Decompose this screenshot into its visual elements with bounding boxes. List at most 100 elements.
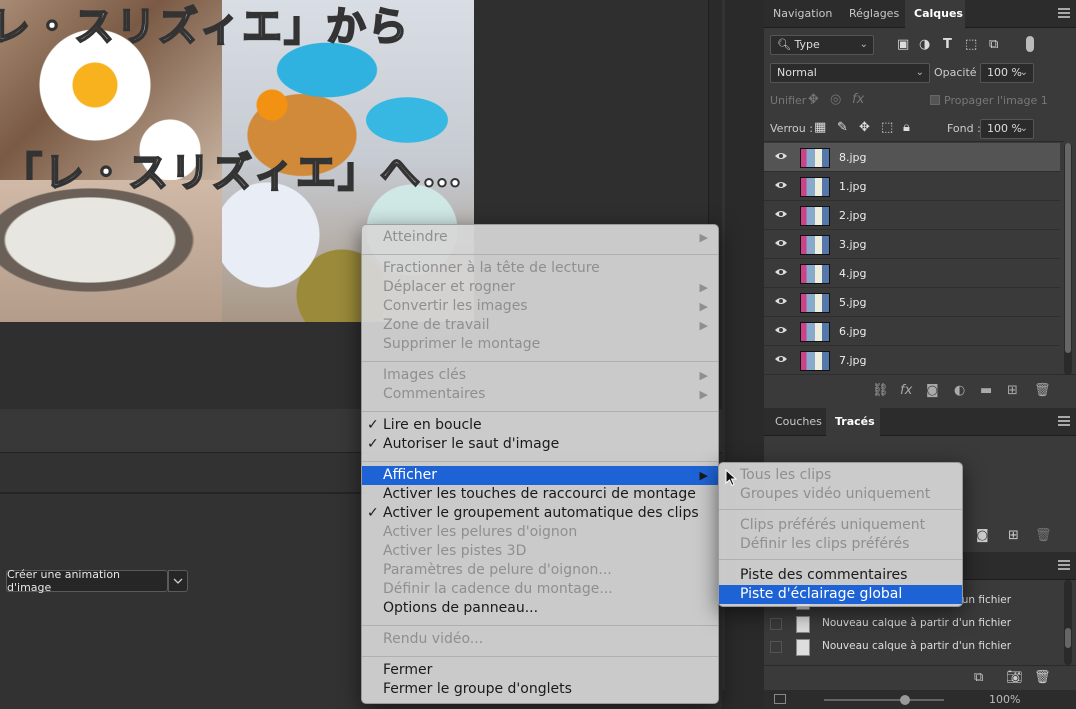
panel-menu-icon[interactable] xyxy=(1058,416,1070,426)
menu-item-label: Fermer xyxy=(383,662,433,678)
tab-navigation[interactable]: Navigation xyxy=(764,0,841,28)
layers-scrollbar[interactable] xyxy=(1064,143,1072,375)
create-frame-animation-button[interactable]: Créer une animation d'image xyxy=(6,568,168,594)
menu-item[interactable]: Afficher ▶ xyxy=(362,466,718,485)
propagate-checkbox[interactable] xyxy=(930,95,940,105)
smart-object-filter-icon[interactable]: ⧉ xyxy=(989,37,998,53)
menu-item: Images clés ▶ xyxy=(362,366,718,385)
unify-style-icon[interactable]: fx xyxy=(852,92,864,108)
layer-row[interactable]: 8.jpg xyxy=(764,143,1060,172)
delete-history-icon[interactable]: 🗑︎ xyxy=(1034,670,1051,685)
history-label: Nouveau calque à partir d'un fichier xyxy=(822,617,1012,629)
eye-icon[interactable] xyxy=(774,325,788,335)
delete-path-icon[interactable]: 🗑︎ xyxy=(1035,528,1052,543)
fill-field[interactable]: 100 % ⌄ xyxy=(980,119,1034,139)
zoom-slider-thumb[interactable] xyxy=(900,695,910,705)
menu-item-label: Clips préférés uniquement xyxy=(740,517,926,533)
history-scrollbar[interactable] xyxy=(1064,580,1072,665)
new-group-icon[interactable]: ▬ xyxy=(980,383,992,398)
panel-menu-icon[interactable] xyxy=(1058,560,1070,570)
chevron-down-icon xyxy=(173,578,183,584)
layer-thumbnail xyxy=(800,148,830,168)
submenu-item[interactable]: Piste des commentaires xyxy=(719,566,962,585)
menu-item[interactable]: ✓ Activer le groupement automatique des c… xyxy=(362,504,718,523)
layer-filter-select[interactable]: 🔍︎ Type ⌄ xyxy=(770,35,874,55)
delete-layer-icon[interactable]: 🗑︎ xyxy=(1034,383,1051,398)
menu-item: Activer les pelures d'oignon xyxy=(362,523,718,542)
blend-mode-select[interactable]: Normal ⌄ xyxy=(770,63,930,83)
snapshot-camera-icon[interactable]: 📷︎ xyxy=(1006,670,1023,685)
menu-item: Fractionner à la tête de lecture xyxy=(362,259,718,278)
path-mask-icon[interactable]: ◙ xyxy=(976,528,989,543)
lock-transparency-icon[interactable]: ▦ xyxy=(814,120,826,136)
layer-row[interactable]: 3.jpg xyxy=(764,230,1060,259)
menu-separator xyxy=(362,361,718,362)
new-path-icon[interactable]: ⊞ xyxy=(1008,528,1019,543)
eye-icon[interactable] xyxy=(774,180,788,190)
tab-calques[interactable]: Calques xyxy=(905,0,965,28)
layer-row[interactable]: 5.jpg xyxy=(764,288,1060,317)
panel-menu-icon[interactable] xyxy=(1058,8,1070,18)
submenu-item[interactable]: Piste d'éclairage global xyxy=(719,585,962,604)
adjustment-filter-icon[interactable]: ◑ xyxy=(919,37,930,53)
type-filter-icon[interactable]: T xyxy=(943,37,952,53)
menu-item-label: Commentaires xyxy=(383,386,486,402)
layer-thumbnail xyxy=(800,264,830,284)
eye-icon[interactable] xyxy=(774,354,788,364)
status-bar-left xyxy=(722,690,764,709)
layer-row[interactable]: 4.jpg xyxy=(764,259,1060,288)
menu-item[interactable]: Activer les touches de raccourci de mont… xyxy=(362,485,718,504)
layer-style-icon[interactable]: fx xyxy=(900,383,912,398)
submenu-item: Groupes vidéo uniquement xyxy=(719,485,962,504)
eye-icon[interactable] xyxy=(774,296,788,306)
history-scroll-thumb[interactable] xyxy=(1065,628,1071,648)
adjustment-layer-icon[interactable]: ◐ xyxy=(954,383,965,398)
eye-icon[interactable] xyxy=(774,238,788,248)
lock-artboard-icon[interactable]: ⬚ xyxy=(881,120,893,136)
lock-all-icon[interactable]: 🔒︎ xyxy=(903,120,910,136)
layer-row[interactable]: 6.jpg xyxy=(764,317,1060,346)
history-snapshot-checkbox[interactable] xyxy=(770,618,782,630)
menu-item[interactable]: ✓ Lire en boucle xyxy=(362,416,718,435)
history-snapshot-checkbox[interactable] xyxy=(770,641,782,653)
history-row[interactable]: Nouveau calque à partir d'un fichier xyxy=(764,613,1060,636)
history-row[interactable]: Nouveau calque à partir d'un fichier xyxy=(764,636,1060,659)
link-layers-icon[interactable]: ⛓ xyxy=(872,383,889,398)
tab-reglages[interactable]: Réglages xyxy=(840,0,908,28)
tab-couches[interactable]: Couches xyxy=(766,408,831,436)
filter-toggle-icon[interactable] xyxy=(1026,36,1034,52)
add-mask-icon[interactable]: ◙ xyxy=(926,383,939,398)
shape-filter-icon[interactable]: ⬚ xyxy=(965,37,977,53)
menu-item-label: Supprimer le montage xyxy=(383,336,541,352)
submenu-arrow-icon: ▶ xyxy=(699,300,708,313)
eye-icon[interactable] xyxy=(774,267,788,277)
menu-item[interactable]: ✓ Autoriser le saut d'image xyxy=(362,435,718,454)
layer-row[interactable]: 7.jpg xyxy=(764,346,1060,375)
zoom-slider[interactable] xyxy=(824,695,944,705)
tab-traces[interactable]: Tracés xyxy=(826,408,880,436)
opacity-label: Opacité : xyxy=(934,66,984,79)
eye-icon[interactable] xyxy=(774,151,788,161)
unify-visibility-icon[interactable]: ◎ xyxy=(830,92,841,108)
menu-item[interactable]: Options de panneau... xyxy=(362,599,718,618)
pixel-filter-icon[interactable]: ▣ xyxy=(897,37,909,53)
menu-item: Zone de travail ▶ xyxy=(362,316,718,335)
layers-scroll-thumb[interactable] xyxy=(1065,143,1071,353)
opacity-field[interactable]: 100 % ⌄ xyxy=(980,63,1034,83)
menu-item: Définir la cadence du montage... xyxy=(362,580,718,599)
new-layer-icon[interactable]: ⊞ xyxy=(1007,383,1018,398)
unify-position-icon[interactable]: ✥ xyxy=(808,92,819,108)
layer-thumbnail xyxy=(800,206,830,226)
lock-brush-icon[interactable]: ✎ xyxy=(837,120,848,136)
new-document-from-state-icon[interactable]: ⧉ xyxy=(974,670,983,685)
menu-item[interactable]: Fermer le groupe d'onglets xyxy=(362,680,718,699)
menu-item[interactable]: Fermer xyxy=(362,661,718,680)
menu-item-label: Images clés xyxy=(383,367,467,383)
layer-row[interactable]: 1.jpg xyxy=(764,172,1060,201)
layer-row[interactable]: 2.jpg xyxy=(764,201,1060,230)
create-animation-dropdown[interactable] xyxy=(168,570,188,592)
eye-icon[interactable] xyxy=(774,209,788,219)
grid-view-icon[interactable] xyxy=(774,694,786,704)
lock-position-icon[interactable]: ✥ xyxy=(859,120,870,136)
caption-line-2: 「レ・スリズィエ」へ… xyxy=(1,148,464,197)
